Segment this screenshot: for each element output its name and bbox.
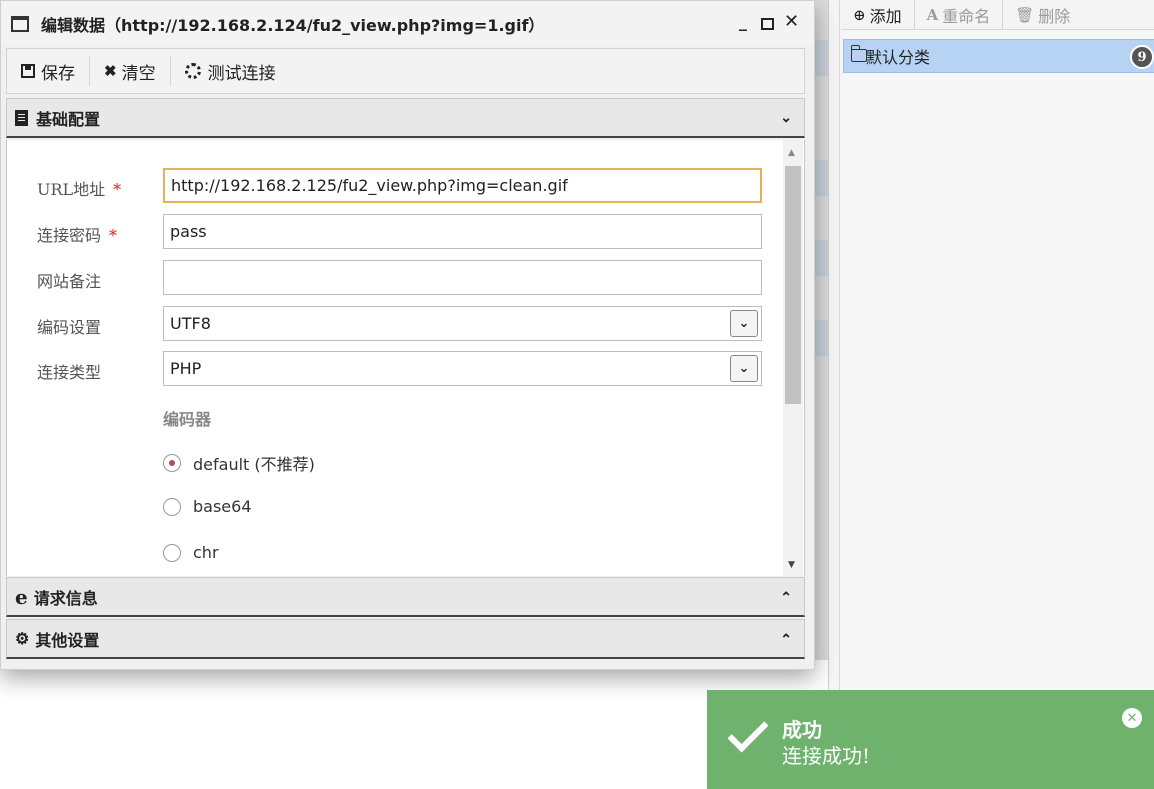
url-input[interactable] xyxy=(163,168,762,203)
category-count-badge: 9 xyxy=(1130,45,1154,69)
delete-category-button[interactable]: 🗑 删除 xyxy=(1003,0,1082,30)
section-request-label: 请求信息 xyxy=(33,588,98,608)
encoding-select[interactable]: UTF8 ⌄ xyxy=(163,306,762,341)
form-scrollbar[interactable]: ▲ ▼ xyxy=(783,140,803,576)
test-connection-label: 测试连接 xyxy=(207,63,276,84)
section-request-info[interactable]: e 请求信息 ⌃ xyxy=(6,577,805,617)
add-category-label: 添加 xyxy=(869,6,902,26)
scroll-down-icon[interactable]: ▼ xyxy=(788,560,795,570)
background-block xyxy=(815,40,828,76)
rename-category-label: 重命名 xyxy=(942,6,991,26)
success-toast: 成功 连接成功! ✕ xyxy=(707,690,1154,789)
encoder-option-default[interactable]: default (不推荐) xyxy=(163,451,315,475)
save-label: 保存 xyxy=(41,63,75,84)
rename-category-button[interactable]: A 重命名 xyxy=(915,0,1004,30)
radio-button[interactable] xyxy=(163,543,181,562)
type-select[interactable]: PHP ⌄ xyxy=(163,351,762,386)
scroll-thumb[interactable] xyxy=(785,166,801,404)
background-block xyxy=(815,160,828,196)
category-item-default[interactable]: 默认分类 9 xyxy=(843,39,1154,73)
trash-icon: 🗑 xyxy=(1015,5,1035,24)
minimize-button[interactable]: _ xyxy=(739,12,747,31)
clear-label: 清空 xyxy=(121,63,156,84)
clear-button[interactable]: ✖ 清空 xyxy=(90,56,171,86)
section-basic-label: 基础配置 xyxy=(36,109,101,129)
scroll-up-icon[interactable]: ▲ xyxy=(788,148,795,158)
dialog-title: 编辑数据（http://192.168.2.124/fu2_view.php?i… xyxy=(41,16,545,35)
encoding-value: UTF8 xyxy=(170,314,211,333)
dialog-toolbar: 保存 ✖ 清空 测试连接 xyxy=(6,48,805,94)
background-block xyxy=(815,320,828,356)
chevron-down-icon[interactable]: ⌄ xyxy=(730,310,758,337)
category-toolbar: ⊕ 添加 A 重命名 🗑 删除 xyxy=(841,0,1154,30)
encoder-option-label: base64 xyxy=(193,497,252,516)
gears-icon: ⚙ xyxy=(15,629,30,648)
type-value: PHP xyxy=(170,359,202,378)
background-strip xyxy=(815,0,828,660)
test-connection-button[interactable]: 测试连接 xyxy=(171,56,290,86)
chevron-down-icon[interactable]: ⌄ xyxy=(730,355,758,382)
chevron-up-icon: ⌃ xyxy=(780,590,792,606)
url-label-text: URL地址 xyxy=(37,180,106,199)
toast-message: 连接成功! xyxy=(782,744,871,768)
encoder-option-chr[interactable]: chr xyxy=(163,543,219,562)
basic-config-form: URL地址 * 连接密码 * 网站备注 编码设置 UTF8 ⌄ 连接类型 PHP ⌄… xyxy=(6,140,805,576)
required-mark: * xyxy=(109,226,118,245)
type-label: 连接类型 xyxy=(37,363,102,382)
section-other-label: 其他设置 xyxy=(35,630,100,650)
section-other-settings[interactable]: ⚙ 其他设置 ⌃ xyxy=(6,619,805,659)
chevron-down-icon: ⌄ xyxy=(780,110,792,126)
font-icon: A xyxy=(926,5,939,24)
encoding-label: 编码设置 xyxy=(37,318,102,337)
password-label: 连接密码 * xyxy=(37,222,117,246)
category-item-label: 默认分类 xyxy=(866,48,931,67)
close-button[interactable]: ✕ xyxy=(784,11,799,32)
maximize-button[interactable] xyxy=(761,18,774,30)
edit-data-dialog: 编辑数据（http://192.168.2.124/fu2_view.php?i… xyxy=(0,0,815,670)
close-icon: ✖ xyxy=(104,62,117,80)
encoder-option-label: default (不推荐) xyxy=(193,455,315,474)
radio-button[interactable] xyxy=(163,497,181,516)
ie-icon: e xyxy=(15,584,28,609)
category-panel: ⊕ 添加 A 重命名 🗑 删除 默认分类 9 xyxy=(828,0,1154,789)
dialog-title-bar[interactable]: 编辑数据（http://192.168.2.124/fu2_view.php?i… xyxy=(1,1,814,45)
plus-circle-icon: ⊕ xyxy=(853,5,866,24)
url-label: URL地址 * xyxy=(37,176,121,200)
check-icon xyxy=(727,711,769,753)
encoder-label: 编码器 xyxy=(163,410,212,429)
encoder-option-label: chr xyxy=(193,543,219,562)
file-text-icon xyxy=(15,109,28,126)
note-input[interactable] xyxy=(163,260,762,295)
spinner-icon xyxy=(184,63,201,79)
folder-icon xyxy=(850,45,867,62)
section-basic-config[interactable]: 基础配置 ⌄ xyxy=(6,98,805,138)
password-input[interactable] xyxy=(163,214,762,249)
save-icon xyxy=(21,64,35,78)
radio-button[interactable] xyxy=(163,454,181,472)
chevron-up-icon: ⌃ xyxy=(780,632,792,648)
save-button[interactable]: 保存 xyxy=(7,56,90,86)
note-label: 网站备注 xyxy=(37,272,102,291)
panel-divider xyxy=(839,0,840,789)
background-block xyxy=(815,240,828,276)
toast-close-button[interactable]: ✕ xyxy=(1122,708,1142,728)
delete-category-label: 删除 xyxy=(1038,6,1071,26)
toast-title: 成功 xyxy=(782,718,822,742)
password-label-text: 连接密码 xyxy=(37,226,102,245)
window-icon xyxy=(11,16,29,32)
encoder-option-base64[interactable]: base64 xyxy=(163,497,252,516)
add-category-button[interactable]: ⊕ 添加 xyxy=(841,0,915,30)
required-mark: * xyxy=(113,180,122,199)
